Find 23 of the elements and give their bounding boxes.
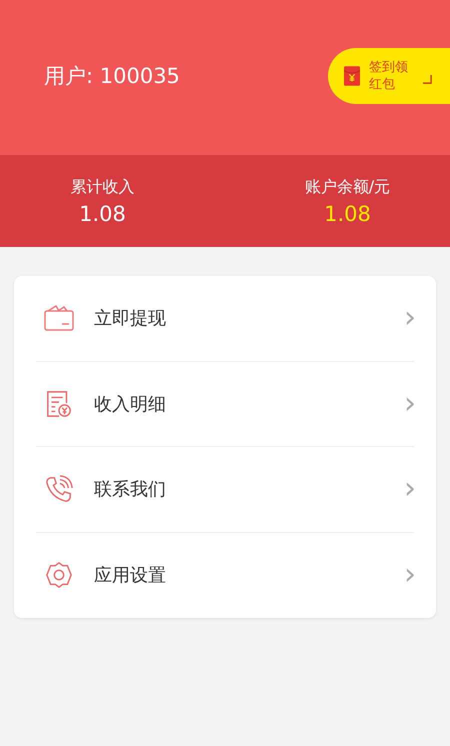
settings-icon: [44, 561, 74, 590]
stat-value: 1.08: [79, 202, 126, 226]
user-id: 用户: 100035: [44, 62, 180, 90]
chevron-icon: ›: [404, 303, 416, 334]
chevron-icon: ›: [404, 560, 416, 590]
envelope-icon: [344, 66, 360, 86]
chevron-icon: ›: [404, 388, 416, 419]
receipt-icon: [44, 390, 74, 418]
menu-item[interactable]: 收入明细 ›: [36, 362, 414, 447]
wallet-icon: [44, 304, 74, 332]
stat-label: 累计收入: [70, 176, 134, 198]
chevron-icon: ›: [404, 474, 416, 504]
menu-label: 联系我们: [94, 478, 167, 502]
stat-label: 账户余额/元: [304, 176, 390, 198]
menu-item[interactable]: 立即提现 ›: [36, 276, 414, 362]
corner-mark-icon: [423, 75, 432, 84]
menu-item[interactable]: 联系我们 ›: [36, 447, 414, 532]
stat-value: 1.08: [324, 202, 371, 226]
menu-label: 收入明细: [94, 392, 167, 416]
menu-item[interactable]: 应用设置 ›: [36, 532, 414, 618]
menu-label: 应用设置: [94, 564, 167, 588]
phone-icon: [44, 475, 74, 504]
menu-label: 立即提现: [94, 307, 167, 330]
